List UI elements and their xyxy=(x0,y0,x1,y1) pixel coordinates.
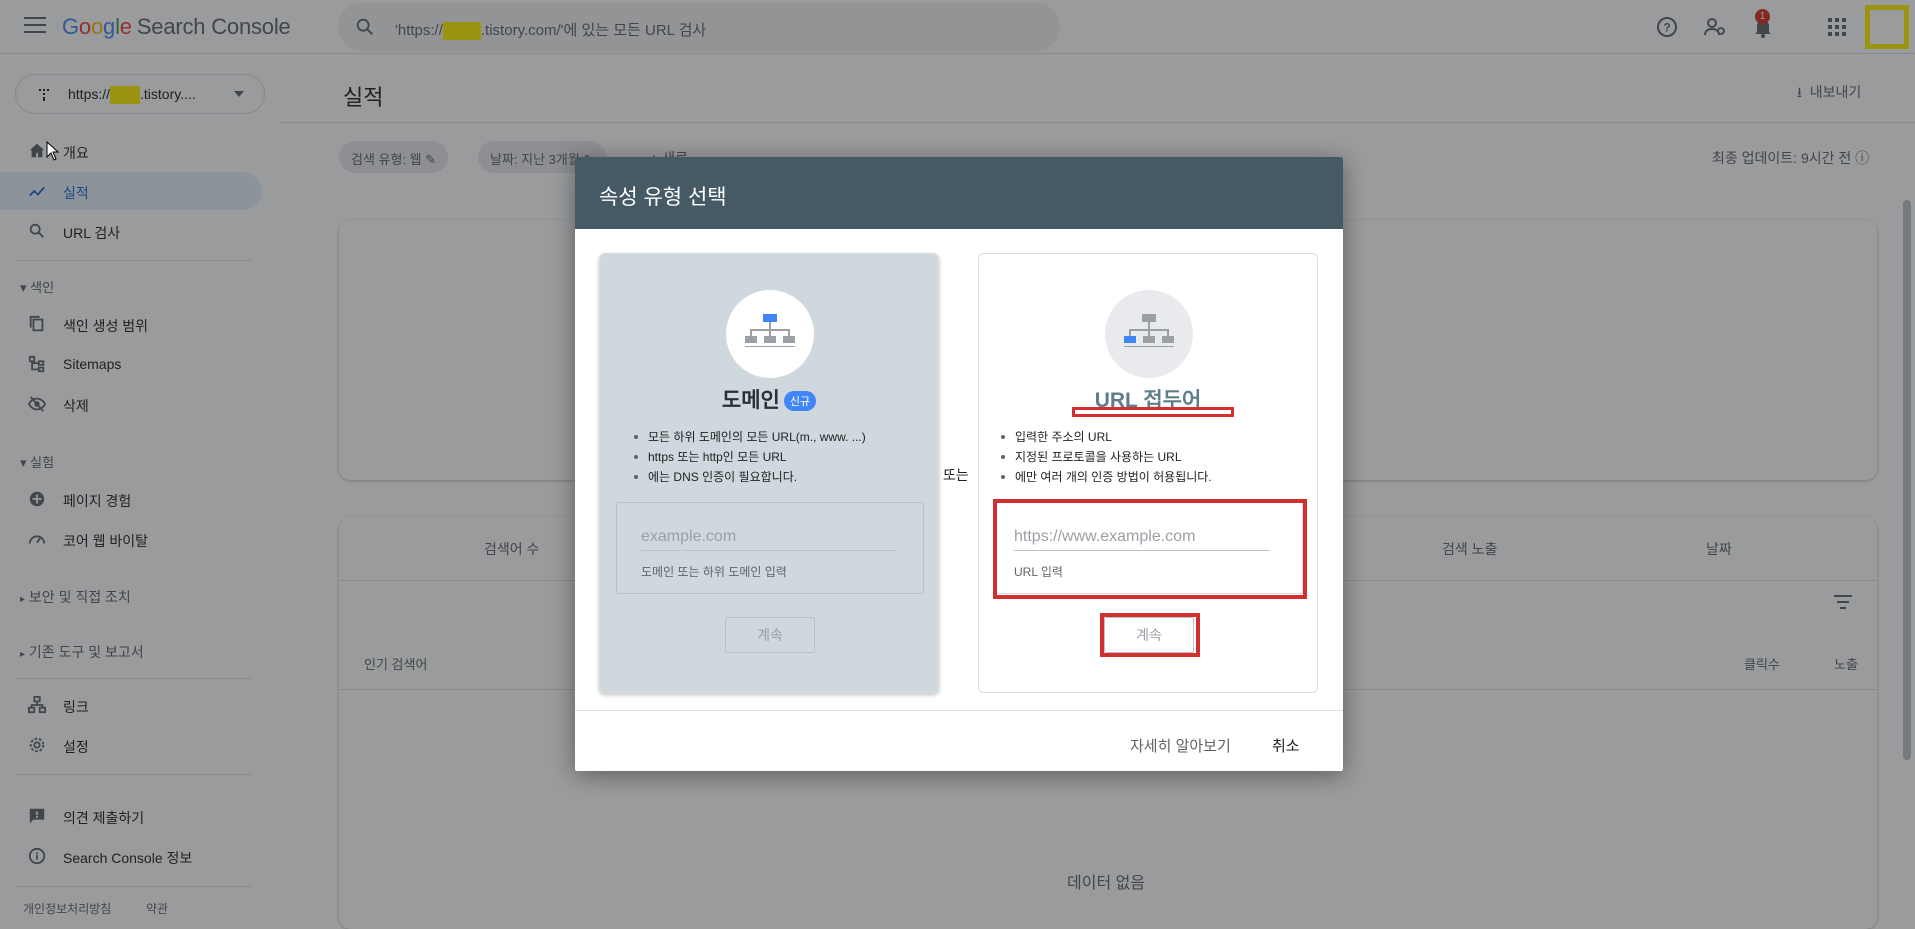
url-prefix-sitemap-icon xyxy=(1105,290,1193,378)
property-type-dialog: 속성 유형 선택 도메인 신규 모든 하위 도메인의 모든 URL(m., www… xyxy=(575,157,1343,771)
url-prefix-bullets: 입력한 주소의 URL 지정된 프로토콜을 사용하는 URL 에만 여러 개의 … xyxy=(997,427,1212,487)
dialog-footer-divider xyxy=(575,710,1343,711)
learn-more-button[interactable]: 자세히 알아보기 xyxy=(1130,735,1231,756)
new-badge: 신규 xyxy=(783,391,817,412)
domain-input-hint: 도메인 또는 하위 도메인 입력 xyxy=(641,565,787,579)
annotation-underline xyxy=(1072,407,1234,417)
dialog-title: 속성 유형 선택 xyxy=(599,186,727,209)
domain-option[interactable]: 도메인 신규 모든 하위 도메인의 모든 URL(m., www. ...) ht… xyxy=(599,253,939,693)
url-prefix-option[interactable]: URL 접두어 입력한 주소의 URL 지정된 프로토콜을 사용하는 URL 에… xyxy=(978,253,1318,693)
domain-title: 도메인 xyxy=(721,389,780,412)
annotation-box-input xyxy=(993,499,1307,599)
or-separator: 또는 xyxy=(943,467,969,483)
cancel-button[interactable]: 취소 xyxy=(1272,735,1300,756)
domain-input-box: 도메인 또는 하위 도메인 입력 xyxy=(616,502,924,594)
mouse-cursor-icon xyxy=(46,141,60,161)
dialog-header: 속성 유형 선택 xyxy=(575,157,1343,229)
domain-continue-button[interactable]: 계속 xyxy=(725,617,815,653)
domain-sitemap-icon xyxy=(726,290,814,378)
domain-bullets: 모든 하위 도메인의 모든 URL(m., www. ...) https 또는… xyxy=(630,427,866,487)
annotation-box-continue xyxy=(1100,613,1200,657)
domain-input[interactable] xyxy=(641,523,897,551)
